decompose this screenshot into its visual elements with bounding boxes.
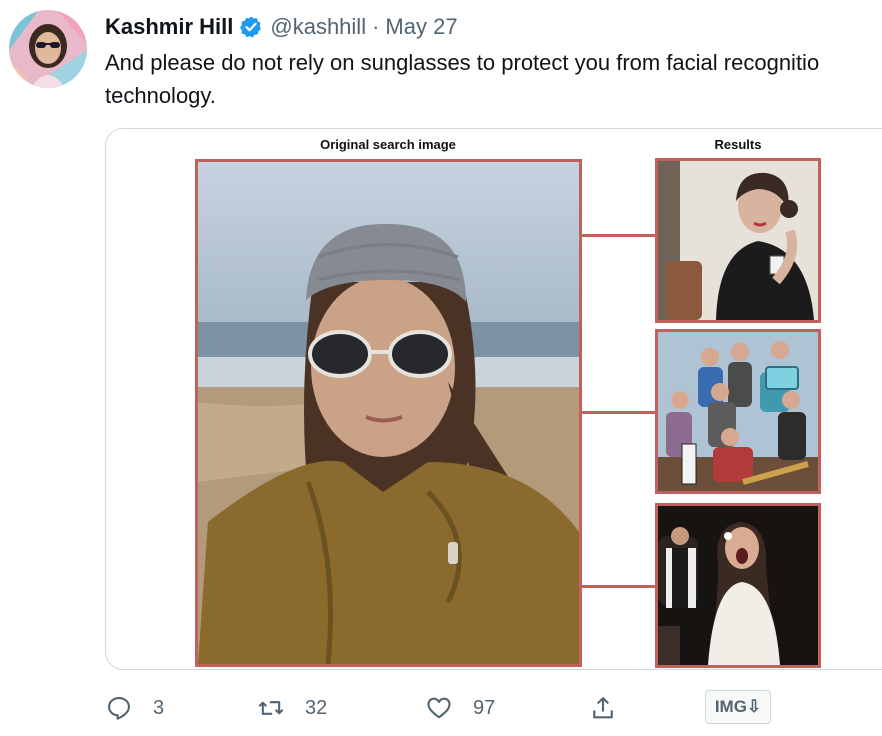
tweet-text: And please do not rely on sunglasses to … (105, 46, 882, 112)
result-photo-2 (655, 329, 821, 494)
result-bride-photo (658, 506, 818, 665)
tweet-text-line-1: And please do not rely on sunglasses to … (105, 50, 820, 75)
retweet-count: 32 (305, 696, 328, 719)
tweet-actions: 3 32 97 IMG⇩ (105, 690, 882, 726)
tweet-date[interactable]: May 27 (385, 14, 457, 40)
like-count: 97 (473, 696, 496, 719)
image-download-button[interactable]: IMG⇩ (705, 690, 771, 724)
result-photo-3 (655, 503, 821, 668)
share-icon (593, 697, 613, 719)
reply-button[interactable]: 3 (105, 690, 164, 726)
original-search-photo (195, 159, 582, 667)
connector-line-1 (582, 234, 655, 237)
result-band-photo (658, 332, 818, 491)
reply-count: 3 (153, 696, 165, 719)
share-button[interactable] (589, 690, 617, 726)
result-photo-1 (655, 158, 821, 323)
author-handle[interactable]: @kashhill (270, 14, 366, 40)
author-avatar[interactable] (9, 10, 87, 88)
original-search-label: Original search image (320, 137, 456, 152)
like-icon (427, 697, 451, 719)
verified-badge-icon (239, 15, 263, 39)
result-woman-portrait (658, 161, 818, 320)
retweet-button[interactable]: 32 (257, 690, 327, 726)
retweet-icon (258, 701, 284, 715)
avatar-image (9, 10, 87, 88)
connector-line-3 (582, 585, 655, 588)
tweet-header: Kashmir Hill @kashhill · May 27 (105, 12, 458, 42)
tweet-text-line-2: technology. (105, 83, 216, 108)
like-button[interactable]: 97 (425, 690, 495, 726)
tweet-media-image[interactable]: Original search image Results (105, 128, 882, 670)
results-label: Results (714, 137, 762, 152)
reply-icon (108, 697, 130, 720)
author-name[interactable]: Kashmir Hill (105, 14, 233, 40)
woman-sunglasses-portrait (198, 162, 579, 664)
connector-line-2 (582, 411, 655, 414)
header-separator: · (372, 14, 380, 39)
